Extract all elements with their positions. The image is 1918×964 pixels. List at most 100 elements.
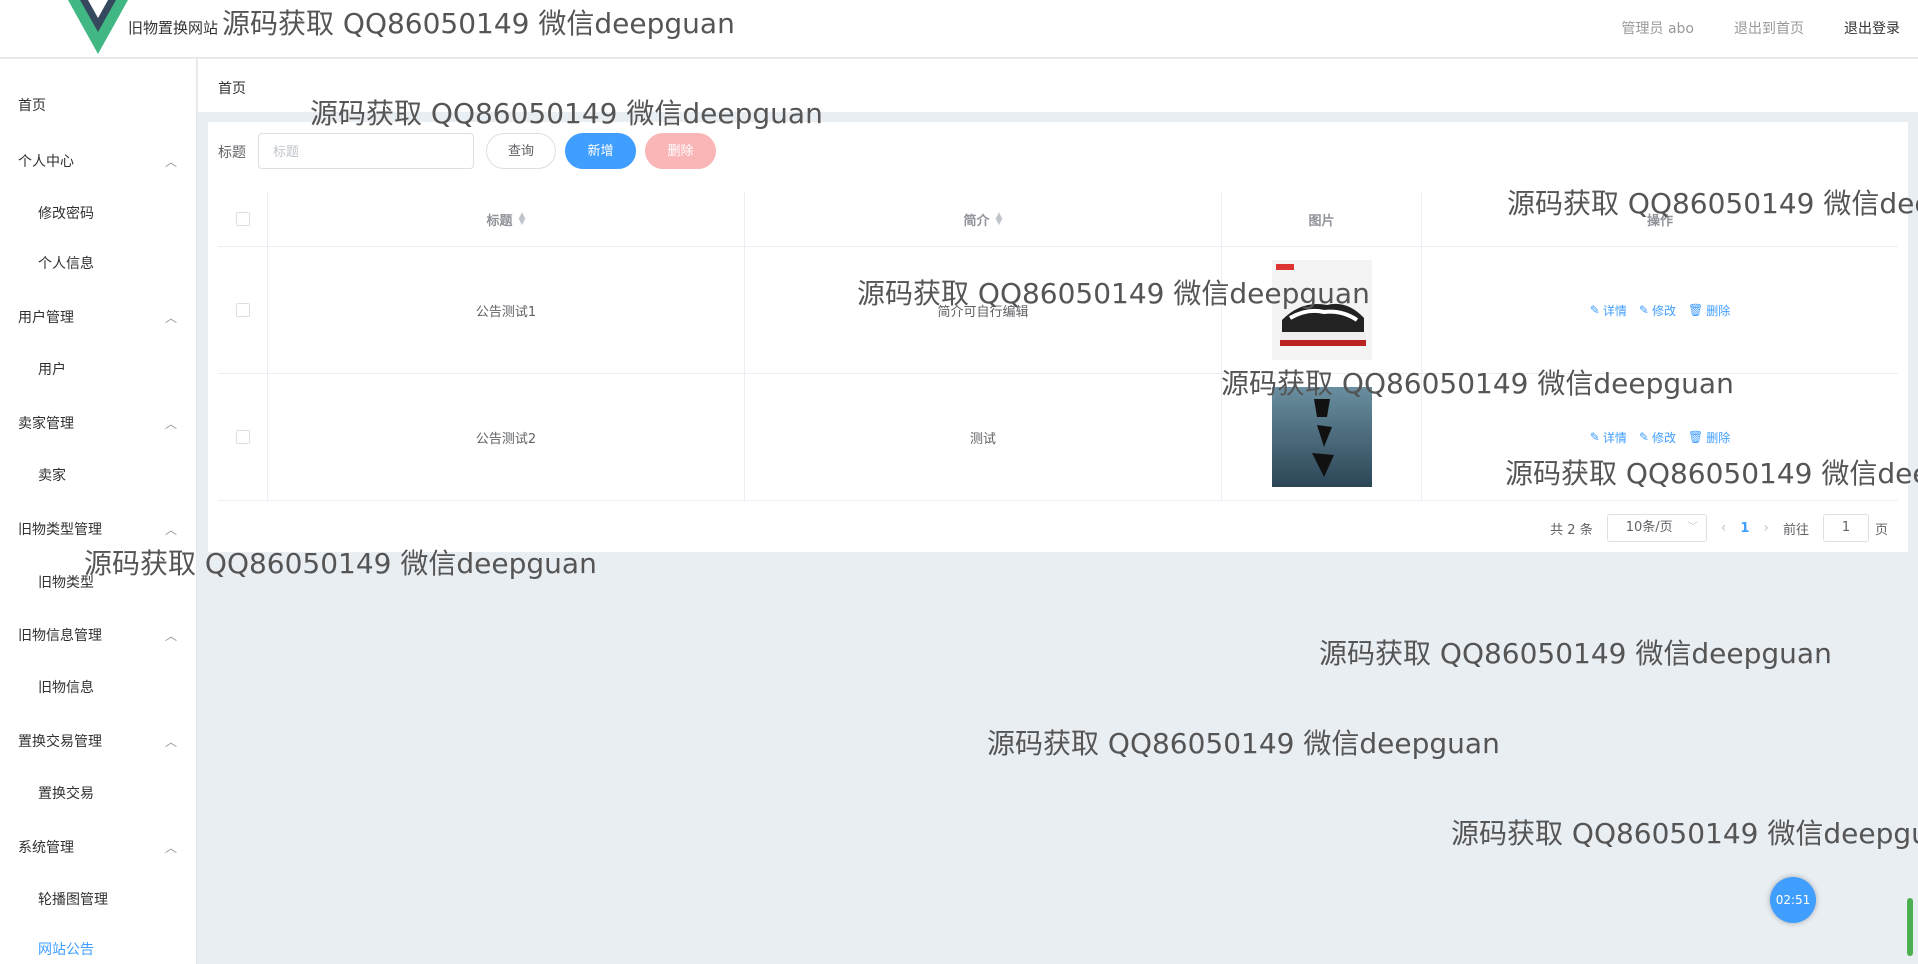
- detail-label: 详情: [1602, 430, 1627, 445]
- delete-link[interactable]: 🗑 删除: [1688, 429, 1730, 446]
- sidebar-item-item-type[interactable]: 旧物类型: [0, 563, 197, 603]
- data-table: 标题 ▲ ▼ 简介 ▲ ▼ 图片 操作 公告测试1 简介可自行编辑 ✎ 详情 ✎…: [218, 192, 1898, 501]
- sidebar-item-item-info[interactable]: 旧物信息: [0, 668, 197, 708]
- edit-link[interactable]: ✎ 修改: [1639, 302, 1676, 319]
- detail-link[interactable]: ✎ 详情: [1590, 302, 1627, 319]
- sidebar-item-label: 置换交易: [38, 786, 94, 802]
- row-desc: 测试: [745, 374, 1222, 500]
- page-size-value: 10条/页: [1625, 520, 1673, 535]
- sidebar-item-exchange[interactable]: 置换交易: [0, 774, 197, 814]
- prev-page-icon[interactable]: ‹: [1721, 520, 1727, 536]
- page-number[interactable]: 1: [1740, 521, 1749, 536]
- select-all-checkbox[interactable]: [235, 212, 250, 226]
- add-button[interactable]: 新增: [565, 133, 636, 169]
- header-desc-label: 简介: [963, 213, 990, 229]
- header-checkbox-cell: [218, 192, 268, 246]
- sidebar-item-carousel[interactable]: 轮播图管理: [0, 880, 197, 920]
- pagination-total: 共 2 条: [1550, 522, 1593, 538]
- trash-icon: 🗑: [1687, 430, 1704, 444]
- next-page-icon[interactable]: ›: [1763, 520, 1769, 536]
- logout-link[interactable]: 退出登录: [1844, 18, 1900, 38]
- goto-page-input[interactable]: 1: [1822, 514, 1869, 542]
- sidebar-item-label: 系统管理: [18, 840, 74, 856]
- sidebar-item-label: 旧物信息管理: [18, 628, 102, 644]
- timer-badge[interactable]: 02:51: [1770, 877, 1816, 923]
- sidebar-item-label: 旧物信息: [38, 680, 94, 696]
- scroll-indicator[interactable]: [1907, 898, 1913, 956]
- sidebar-item-label: 用户: [38, 362, 66, 378]
- edit-pen-icon: ✎: [1638, 430, 1649, 444]
- site-title: 旧物置换网站: [128, 19, 219, 37]
- edit-pen-icon: ✎: [1589, 303, 1600, 317]
- chevron-up-icon: ︿: [164, 523, 177, 537]
- delete-button[interactable]: 删除: [645, 133, 716, 169]
- sidebar-group-users[interactable]: 用户管理 ︿: [0, 298, 197, 338]
- sidebar-item-announcement[interactable]: 网站公告: [0, 930, 197, 964]
- watermark-text: 源码获取 QQ86050149 微信deepguan: [987, 727, 1500, 760]
- goto-suffix: 页: [1874, 522, 1888, 538]
- delete-link[interactable]: 🗑 删除: [1688, 302, 1730, 319]
- breadcrumb[interactable]: 首页: [218, 78, 246, 98]
- sidebar-item-label: 轮播图管理: [38, 892, 108, 908]
- sidebar-item-label: 个人中心: [18, 154, 74, 170]
- row-checkbox-cell: [218, 247, 268, 373]
- edit-label: 修改: [1651, 303, 1676, 318]
- sidebar-item-seller[interactable]: 卖家: [0, 456, 197, 496]
- sort-icon[interactable]: ▲ ▼: [519, 212, 526, 227]
- sidebar-item-label: 旧物类型管理: [18, 522, 102, 538]
- watermark-text: 源码获取 QQ86050149 微信deepguan: [1451, 817, 1918, 850]
- query-button[interactable]: 查询: [486, 133, 556, 169]
- row-checkbox[interactable]: [235, 430, 250, 444]
- table-header: 标题 ▲ ▼ 简介 ▲ ▼ 图片 操作: [218, 192, 1898, 247]
- sidebar-item-home[interactable]: 首页: [0, 86, 197, 126]
- table-row: 公告测试2 测试 ✎ 详情 ✎ 修改 🗑 删除: [218, 374, 1898, 501]
- sidebar-group-item-info[interactable]: 旧物信息管理 ︿: [0, 616, 197, 656]
- search-label: 标题: [218, 145, 246, 161]
- edit-label: 修改: [1651, 430, 1676, 445]
- back-home-link[interactable]: 退出到首页: [1734, 18, 1804, 38]
- edit-pen-icon: ✎: [1589, 430, 1600, 444]
- chevron-down-icon: ﹀: [1687, 522, 1698, 533]
- sort-icon[interactable]: ▲ ▼: [996, 212, 1003, 227]
- header-title[interactable]: 标题 ▲ ▼: [268, 192, 745, 246]
- goto-prefix: 前往: [1782, 522, 1809, 538]
- header-image-label: 图片: [1308, 213, 1335, 229]
- sidebar-item-label: 卖家: [38, 468, 66, 484]
- sidebar-group-sellers[interactable]: 卖家管理 ︿: [0, 404, 197, 444]
- header-desc[interactable]: 简介 ▲ ▼: [745, 192, 1222, 246]
- sidebar-item-label: 修改密码: [38, 206, 94, 222]
- sidebar-item-label: 个人信息: [38, 256, 94, 272]
- pagination: 共 2 条 10条/页 ﹀ ‹ 1 › 前往 1 页: [1550, 514, 1888, 542]
- sidebar-item-profile[interactable]: 个人信息: [0, 244, 197, 284]
- row-checkbox[interactable]: [235, 303, 250, 317]
- main-panel: 标题 查询 新增 删除 标题 ▲▼ 简介 ▲▼ 图片 操作 公告测试1 简介可自行编…: [208, 122, 1908, 552]
- sidebar-item-user[interactable]: 用户: [0, 350, 197, 390]
- poster-image: [1271, 387, 1372, 487]
- sidebar-group-system[interactable]: 系统管理 ︿: [0, 828, 197, 868]
- sidebar-item-change-password[interactable]: 修改密码: [0, 194, 197, 234]
- edit-link[interactable]: ✎ 修改: [1639, 429, 1676, 446]
- watermark-text: 源码获取 QQ86050149 微信deepguan: [1319, 637, 1832, 670]
- page-size-select[interactable]: 10条/页 ﹀: [1606, 514, 1707, 542]
- search-input[interactable]: [258, 133, 474, 169]
- chevron-up-icon: ︿: [164, 629, 177, 643]
- edit-pen-icon: ✎: [1638, 303, 1649, 317]
- row-title: 公告测试2: [268, 374, 745, 500]
- detail-link[interactable]: ✎ 详情: [1590, 429, 1627, 446]
- chevron-up-icon: ︿: [164, 417, 177, 431]
- table-row: 公告测试1 简介可自行编辑 ✎ 详情 ✎ 修改 🗑 删除: [218, 247, 1898, 374]
- trash-icon: 🗑: [1687, 303, 1704, 317]
- header-actions: 管理员 abo 退出到首页 退出登录: [1622, 18, 1900, 38]
- chevron-up-icon: ︿: [164, 311, 177, 325]
- sidebar-item-label: 卖家管理: [18, 416, 74, 432]
- sidebar-group-personal[interactable]: 个人中心 ︿: [0, 142, 197, 182]
- detail-label: 详情: [1602, 303, 1627, 318]
- sidebar-item-label: 网站公告: [38, 942, 94, 958]
- chevron-up-icon: ︿: [164, 735, 177, 749]
- sidebar-group-exchange[interactable]: 置换交易管理 ︿: [0, 722, 197, 762]
- sidebar-item-label: 用户管理: [18, 310, 74, 326]
- sidebar-menu: 首页 个人中心 ︿ 修改密码 个人信息 用户管理 ︿ 用户 卖家管理 ︿ 卖家 旧物类…: [0, 59, 197, 964]
- sidebar-item-label: 置换交易管理: [18, 734, 102, 750]
- sidebar-group-item-types[interactable]: 旧物类型管理 ︿: [0, 510, 197, 550]
- row-image-cell: [1222, 374, 1422, 500]
